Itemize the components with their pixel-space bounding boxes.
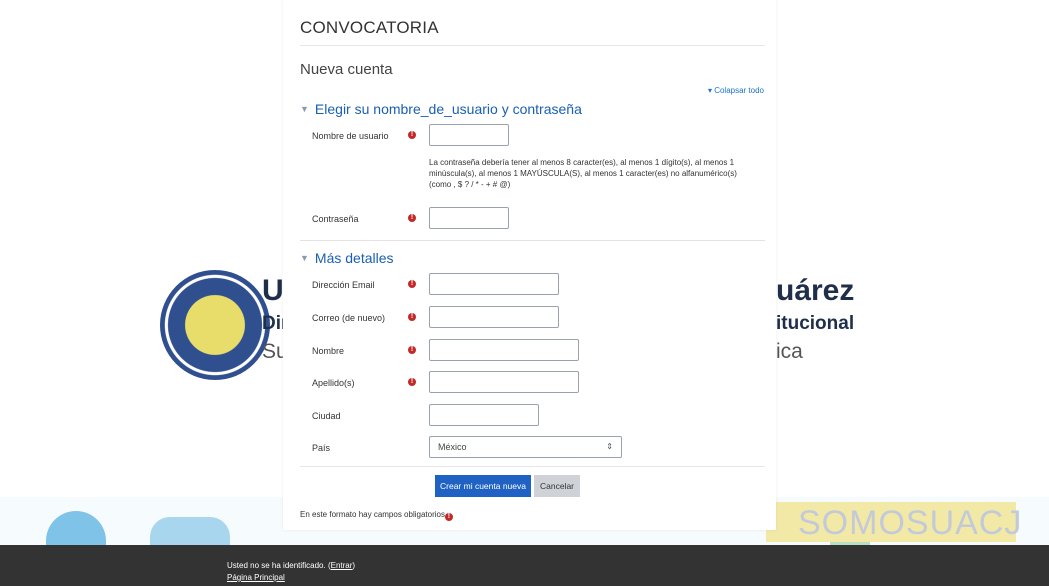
actions-divider: [300, 466, 765, 467]
section-details-title: Más detalles: [314, 250, 394, 266]
email-again-label: Correo (de nuevo): [312, 313, 386, 323]
brand-line3-right: ica: [776, 340, 803, 363]
lastname-input[interactable]: [429, 371, 579, 393]
country-label: País: [312, 443, 331, 453]
exclamation-circle-icon: !: [408, 346, 416, 354]
required-fields-text: En este formato hay campos obligatorios: [300, 510, 445, 519]
city-label: Ciudad: [312, 411, 341, 421]
city-input[interactable]: [429, 404, 539, 426]
exclamation-circle-icon: !: [408, 378, 416, 386]
firstname-label: Nombre: [312, 346, 345, 356]
collapse-all-link[interactable]: Colapsar todo: [708, 86, 764, 95]
select-arrows-icon: ⇕: [606, 442, 613, 451]
banner-shape-blue-2: [150, 517, 230, 545]
signup-card: CONVOCATORIA Nueva cuenta Colapsar todo …: [283, 0, 776, 530]
firstname-input[interactable]: [429, 339, 579, 361]
email-again-input[interactable]: [429, 306, 559, 328]
password-input[interactable]: [429, 207, 509, 229]
chevron-down-icon: ▼: [300, 104, 309, 114]
lastname-label: Apellido(s): [312, 378, 355, 388]
exclamation-circle-icon: !: [408, 214, 416, 222]
password-policy-note: La contraseña debería tener al menos 8 c…: [429, 158, 737, 189]
email-label: Dirección Email: [312, 280, 375, 290]
required-fields-note: En este formato hay campos obligatorios!: [300, 510, 453, 521]
banner-shape-blue: [46, 511, 106, 545]
section-divider: [300, 240, 765, 241]
email-input[interactable]: [429, 273, 559, 295]
title-divider: [300, 45, 765, 46]
exclamation-circle-icon: !: [408, 131, 416, 139]
password-label: Contraseña: [312, 214, 359, 224]
country-selected-value: México: [438, 442, 467, 452]
cancel-button[interactable]: Cancelar: [534, 475, 580, 497]
login-status-suffix: ): [352, 561, 356, 570]
form-subtitle: Nueva cuenta: [300, 61, 393, 78]
username-input[interactable]: [429, 124, 509, 146]
login-status-prefix: Usted no se ha identificado. (: [227, 561, 331, 570]
exclamation-circle-icon: !: [408, 313, 416, 321]
chevron-down-icon: ▼: [300, 253, 309, 263]
login-link[interactable]: Entrar: [331, 561, 353, 570]
page-title: CONVOCATORIA: [300, 18, 439, 37]
exclamation-circle-icon: !: [444, 513, 453, 521]
create-account-button[interactable]: Crear mi cuenta nueva: [435, 475, 531, 497]
username-label: Nombre de usuario: [312, 131, 389, 141]
home-link[interactable]: Página Principal: [227, 573, 285, 582]
country-select[interactable]: México ⇕: [429, 436, 622, 458]
exclamation-circle-icon: !: [408, 280, 416, 288]
brand-line2-right: itucional: [776, 313, 855, 334]
university-seal-logo: [160, 270, 270, 380]
page-footer: Usted no se ha identificado. (Entrar) Pá…: [0, 545, 1049, 586]
brand-line1-right: uárez: [776, 274, 855, 307]
section-account-title: Elegir su nombre_de_usuario y contraseña: [314, 101, 582, 117]
somos-uacj-banner: SOMOSUACJ: [766, 502, 1021, 542]
section-account-header[interactable]: ▼ Elegir su nombre_de_usuario y contraseñ…: [300, 101, 582, 117]
section-details-header[interactable]: ▼ Más detalles: [300, 250, 394, 266]
login-status: Usted no se ha identificado. (Entrar): [227, 561, 355, 570]
